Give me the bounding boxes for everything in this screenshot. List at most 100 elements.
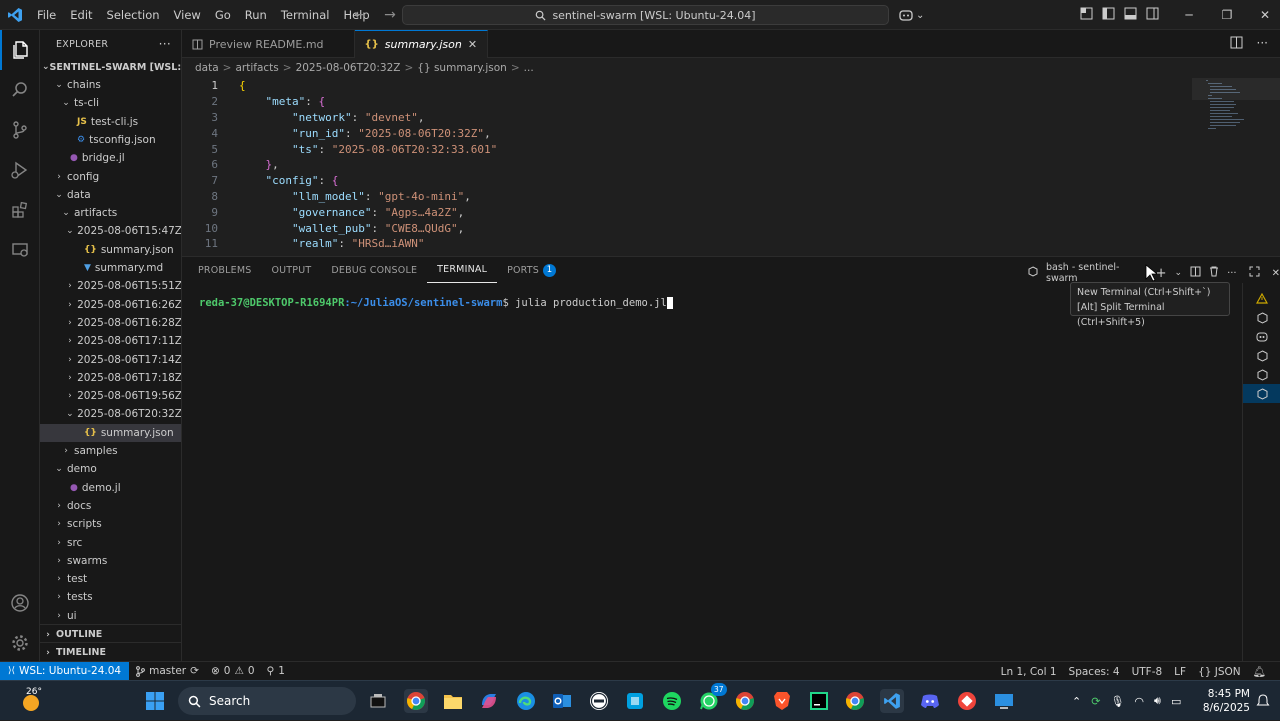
tree-folder[interactable]: ⌄ demo <box>40 460 181 478</box>
accounts-icon[interactable] <box>0 583 40 623</box>
breadcrumb-item[interactable]: {} summary.json <box>417 62 507 74</box>
tab-debug-console[interactable]: DEBUG CONSOLE <box>321 257 427 283</box>
tree-folder[interactable]: › ui <box>40 607 181 625</box>
tree-folder[interactable]: › 2025-08-06T17:14Z <box>40 351 181 369</box>
taskbar-search[interactable]: Search <box>178 687 356 715</box>
copilot-app-icon[interactable] <box>477 689 501 713</box>
tree-folder[interactable]: › 2025-08-06T19:56Z <box>40 387 181 405</box>
wifi-icon[interactable]: ◠ <box>1134 695 1144 708</box>
show-hidden-icons-icon[interactable]: ⌃ <box>1072 695 1081 708</box>
xbox-app-icon[interactable] <box>623 689 647 713</box>
warning-icon[interactable] <box>1243 289 1280 308</box>
cursor-position[interactable]: Ln 1, Col 1 <box>995 662 1063 681</box>
weather-widget[interactable]: 26° <box>14 687 44 715</box>
menu-view[interactable]: View <box>167 0 208 30</box>
remote-indicator[interactable]: ⟩⟨ WSL: Ubuntu-24.04 <box>0 661 130 681</box>
tree-folder[interactable]: › src <box>40 534 181 552</box>
extensions-icon[interactable] <box>0 190 40 230</box>
toggle-sidebar-icon[interactable] <box>1100 5 1116 21</box>
tree-folder[interactable]: ⌄ data <box>40 186 181 204</box>
close-window-icon[interactable]: ✕ <box>1246 0 1280 30</box>
tree-folder[interactable]: › 2025-08-06T17:18Z <box>40 369 181 387</box>
remote-desktop-icon[interactable] <box>992 689 1016 713</box>
indentation[interactable]: Spaces: 4 <box>1063 662 1126 681</box>
tree-file[interactable]: ● demo.jl <box>40 479 181 497</box>
terminal-instance-icon[interactable] <box>1243 365 1280 384</box>
tree-file[interactable]: ⚙ tsconfig.json <box>40 131 181 149</box>
tree-file[interactable]: ● bridge.jl <box>40 149 181 167</box>
end-of-line[interactable]: LF <box>1168 662 1192 681</box>
notification-center-icon[interactable] <box>1254 689 1272 713</box>
minimap[interactable] <box>1192 78 1280 256</box>
branch-indicator[interactable]: master ⟳ <box>129 662 205 681</box>
menu-edit[interactable]: Edit <box>63 0 99 30</box>
more-actions-icon[interactable]: ··· <box>1257 36 1268 52</box>
taskbar-clock[interactable]: 8:45 PM 8/6/2025 <box>1190 687 1250 715</box>
tab-ports[interactable]: PORTS 1 <box>497 257 566 283</box>
minimize-icon[interactable]: ─ <box>1170 0 1208 30</box>
tree-folder[interactable]: › swarms <box>40 552 181 570</box>
language-mode[interactable]: {} JSON <box>1192 662 1247 681</box>
sync-tray-icon[interactable]: ⟳ <box>1091 695 1100 708</box>
tree-folder[interactable]: › scripts <box>40 515 181 533</box>
tree-folder[interactable]: › test <box>40 570 181 588</box>
menu-terminal[interactable]: Terminal <box>274 0 337 30</box>
timeline-section[interactable]: › TIMELINE <box>40 642 181 661</box>
tree-folder[interactable]: › config <box>40 168 181 186</box>
restore-icon[interactable]: ❐ <box>1208 0 1246 30</box>
chrome-profile-icon[interactable] <box>733 689 757 713</box>
tree-folder[interactable]: › 2025-08-06T16:26Z <box>40 296 181 314</box>
breadcrumb-item[interactable]: artifacts <box>235 62 278 74</box>
breadcrumb-item[interactable]: ... <box>524 62 534 74</box>
sync-icon[interactable]: ⟳ <box>190 665 199 677</box>
toggle-secondary-sidebar-icon[interactable] <box>1144 5 1160 21</box>
tab-output[interactable]: OUTPUT <box>261 257 321 283</box>
menu-run[interactable]: Run <box>238 0 274 30</box>
tree-folder[interactable]: › 2025-08-06T17:11Z <box>40 332 181 350</box>
new-terminal-icon[interactable]: + <box>1156 266 1167 281</box>
discord-icon[interactable] <box>918 689 942 713</box>
tree-file[interactable]: JS test-cli.js <box>40 113 181 131</box>
explorer-icon[interactable] <box>0 30 40 70</box>
maximize-panel-icon[interactable] <box>1249 266 1260 280</box>
terminal-instance-icon[interactable] <box>1243 384 1280 403</box>
problems-indicator[interactable]: ⊗ 0 ⚠ 0 <box>205 662 261 681</box>
terminal-name[interactable]: bash - sentinel-swarm <box>1046 262 1144 284</box>
task-view-icon[interactable] <box>366 689 390 713</box>
file-explorer-icon[interactable] <box>441 689 465 713</box>
terminal-instance-icon[interactable] <box>1243 346 1280 365</box>
whatsapp-icon[interactable]: 37 <box>697 683 727 713</box>
tree-folder[interactable]: ⌄ artifacts <box>40 204 181 222</box>
brave-browser-icon[interactable] <box>770 689 794 713</box>
copilot-terminal-icon[interactable] <box>1243 327 1280 346</box>
trash-icon[interactable] <box>1209 266 1219 280</box>
tree-folder[interactable]: ⌄ ts-cli <box>40 94 181 112</box>
tab-problems[interactable]: PROBLEMS <box>188 257 261 283</box>
edge-browser-icon[interactable] <box>514 689 538 713</box>
more-actions-icon[interactable]: ··· <box>1227 268 1237 279</box>
run-debug-icon[interactable] <box>0 150 40 190</box>
chrome-alt-icon[interactable] <box>843 689 867 713</box>
battery-icon[interactable]: ▭ <box>1171 695 1181 708</box>
tab-summary-json[interactable]: {} summary.json ✕ <box>354 30 489 58</box>
tab-preview-readme[interactable]: Preview README.md <box>182 30 355 58</box>
chevron-down-icon[interactable]: ⌄ <box>1175 268 1183 278</box>
outline-section[interactable]: › OUTLINE <box>40 624 181 644</box>
tree-folder[interactable]: ⌄ chains <box>40 76 181 94</box>
settings-gear-icon[interactable] <box>0 623 40 663</box>
tree-folder[interactable]: › 2025-08-06T15:51Z <box>40 277 181 295</box>
volume-icon[interactable]: 🔊︎ <box>1154 694 1161 708</box>
toggle-panel-icon[interactable] <box>1122 5 1138 21</box>
split-editor-icon[interactable] <box>1230 36 1243 52</box>
ports-indicator[interactable]: ⚲ 1 <box>261 662 291 681</box>
tree-file[interactable]: ▼ summary.md <box>40 259 181 277</box>
search-view-icon[interactable] <box>0 70 40 110</box>
outlook-icon[interactable] <box>550 689 574 713</box>
menu-file[interactable]: File <box>30 0 63 30</box>
vscode-app-icon[interactable] <box>880 689 904 713</box>
microphone-icon[interactable]: 🎙︎ <box>1110 695 1124 708</box>
encoding[interactable]: UTF-8 <box>1126 662 1169 681</box>
more-actions-icon[interactable]: ··· <box>159 37 171 51</box>
source-control-icon[interactable] <box>0 110 40 150</box>
notifications-bell-icon[interactable]: 🔔︎ <box>1247 662 1272 681</box>
